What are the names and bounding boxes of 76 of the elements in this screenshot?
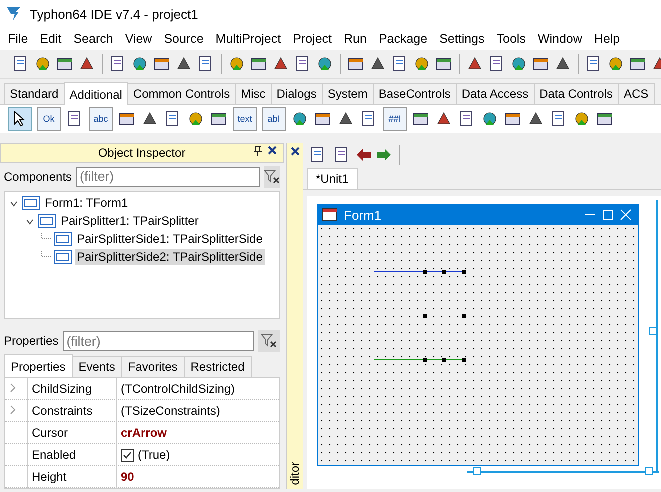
form-icon bbox=[322, 208, 338, 222]
palette-tab[interactable]: ACS bbox=[618, 83, 655, 104]
back-arrow-icon[interactable] bbox=[357, 149, 371, 161]
menu-item[interactable]: Window bbox=[532, 32, 588, 46]
splitter-handles[interactable] bbox=[374, 270, 466, 362]
component-tool[interactable]: Ok bbox=[37, 107, 61, 131]
toolbar-icon[interactable] bbox=[413, 55, 431, 73]
dock-label: ditor bbox=[288, 462, 302, 485]
editor-tab[interactable]: *Unit1 bbox=[307, 168, 358, 189]
property-value: (TSizeConstraints) bbox=[120, 404, 222, 418]
tree-item[interactable]: PairSplitter1: TPairSplitter bbox=[59, 212, 201, 229]
component-icon[interactable] bbox=[291, 110, 309, 128]
component-tool[interactable]: abI bbox=[262, 107, 286, 131]
component-tool[interactable]: text bbox=[233, 107, 257, 131]
field-label: Properties bbox=[4, 334, 59, 348]
menu-item[interactable]: Tools bbox=[490, 32, 532, 46]
pin-icon[interactable] bbox=[254, 146, 262, 156]
clear-filter-button[interactable] bbox=[258, 330, 280, 352]
property-value: 90 bbox=[120, 470, 136, 484]
window-title: Typhon64 IDE v7.4 - project1 bbox=[30, 6, 198, 22]
inspector-tab[interactable]: Properties bbox=[4, 354, 73, 377]
menu-item[interactable]: Run bbox=[338, 32, 373, 46]
window-icon bbox=[22, 196, 40, 210]
pointer-tool[interactable] bbox=[8, 107, 32, 131]
form-title: Form1 bbox=[344, 208, 382, 222]
property-name: Constraints bbox=[27, 400, 117, 422]
property-name: ChildSizing bbox=[27, 378, 117, 400]
property-name: Height bbox=[27, 466, 117, 488]
menu-item[interactable]: Help bbox=[588, 32, 626, 46]
toolbar-icon[interactable] bbox=[34, 55, 52, 73]
window-icon bbox=[54, 250, 72, 264]
inspector-tab[interactable]: Restricted bbox=[184, 356, 252, 377]
tree-item[interactable]: PairSplitterSide1: TPairSplitterSide bbox=[75, 230, 265, 247]
tree-item[interactable]: Form1: TForm1 bbox=[43, 194, 130, 211]
window-icon bbox=[54, 232, 72, 246]
forward-arrow-icon[interactable] bbox=[377, 149, 391, 161]
menu-item[interactable]: Search bbox=[68, 32, 120, 46]
menu-item[interactable]: MultiProject bbox=[210, 32, 288, 46]
clear-filter-button[interactable] bbox=[264, 166, 280, 188]
checkbox[interactable] bbox=[121, 448, 134, 462]
toolbar-icon[interactable] bbox=[316, 55, 334, 73]
menu-item[interactable]: Source bbox=[158, 32, 210, 46]
toolbar-icon[interactable] bbox=[510, 55, 528, 73]
property-value: (True) bbox=[138, 448, 170, 462]
pointer-icon bbox=[13, 111, 27, 127]
close-icon[interactable] bbox=[268, 146, 277, 155]
property-name: Enabled bbox=[27, 444, 117, 466]
toolbar-icon[interactable] bbox=[228, 55, 246, 73]
panel-title: Object Inspector bbox=[98, 146, 186, 160]
maximize-icon[interactable] bbox=[602, 209, 614, 221]
filter-field[interactable]: (filter) bbox=[62, 331, 254, 351]
close-icon[interactable] bbox=[290, 147, 300, 156]
menu-item[interactable]: Package bbox=[372, 32, 434, 46]
property-value: (TControlChildSizing) bbox=[120, 382, 236, 396]
menu-item[interactable]: Settings bbox=[434, 32, 491, 46]
menu-item[interactable]: View bbox=[119, 32, 158, 46]
property-name: Cursor bbox=[27, 422, 117, 444]
filter-field[interactable]: (filter) bbox=[76, 166, 260, 187]
property-value: crArrow bbox=[120, 426, 168, 440]
palette-tab[interactable]: Standard bbox=[4, 83, 65, 104]
component-icon[interactable] bbox=[481, 110, 499, 128]
field-label: Components bbox=[4, 170, 72, 184]
menu-item[interactable]: Project bbox=[287, 32, 338, 46]
component-icon[interactable] bbox=[187, 110, 205, 128]
toolbar-icon[interactable] bbox=[607, 55, 625, 73]
component-tool[interactable]: ##I bbox=[383, 107, 407, 131]
palette-tab[interactable]: Additional bbox=[64, 82, 128, 105]
menu-item[interactable]: Edit bbox=[34, 32, 68, 46]
component-tool[interactable]: abc bbox=[89, 107, 113, 131]
tree-item[interactable]: PairSplitterSide2: TPairSplitterSide bbox=[75, 248, 265, 265]
app-logo-icon bbox=[6, 5, 22, 23]
window-icon bbox=[38, 214, 56, 228]
toolbar-icon[interactable] bbox=[131, 55, 149, 73]
component-icon[interactable] bbox=[573, 110, 591, 128]
selection-frame[interactable] bbox=[467, 200, 659, 476]
menu-item[interactable]: File bbox=[2, 32, 34, 46]
